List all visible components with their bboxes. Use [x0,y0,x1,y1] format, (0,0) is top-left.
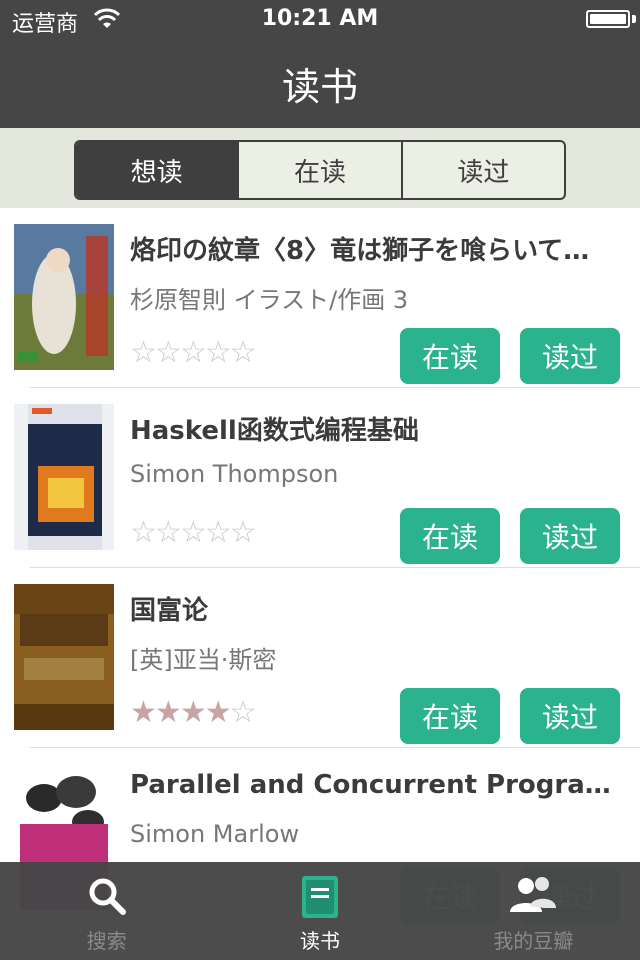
mark-reading-button[interactable]: 在读 [400,328,500,384]
status-time: 10:21 AM [261,6,379,31]
book-author: [英]亚当·斯密 [130,646,277,674]
mark-read-button[interactable]: 读过 [520,508,620,564]
tab-bar: 搜索 读书 我的豆瓣 [0,862,640,960]
tab-my-douban[interactable]: 我的豆瓣 [427,862,640,960]
star-icon: ★ [204,695,232,730]
book-list: 烙印の紋章〈8〉竜は獅子を喰らいて… 杉原智則 イラスト/作画 3 ☆☆☆☆☆ … [0,208,640,928]
page-title: 读书 [281,65,358,109]
star-icon: ☆ [130,515,157,550]
book-cover [14,224,114,370]
book-author: 杉原智則 イラスト/作画 3 [130,286,409,314]
tab-books-label: 读书 [299,929,340,953]
rating-stars: ☆☆☆☆☆ [130,335,257,370]
mark-reading-button[interactable]: 在读 [400,508,500,564]
segment-read[interactable]: 读过 [400,142,564,198]
tab-books[interactable]: 读书 [213,862,426,960]
book-row[interactable]: Haskell函数式编程基础 Simon Thompson ☆☆☆☆☆ 在读 读… [0,388,640,568]
book-row[interactable]: 国富论 [英]亚当·斯密 ★★★★☆ 在读 读过 [0,568,640,748]
star-icon: ☆ [179,335,207,370]
star-icon: ★ [179,695,207,730]
rating-stars: ☆☆☆☆☆ [130,515,257,550]
book-author: Simon Thompson [130,460,339,488]
star-icon: ☆ [229,335,257,370]
star-icon: ☆ [204,335,232,370]
book-row[interactable]: 烙印の紋章〈8〉竜は獅子を喰らいて… 杉原智則 イラスト/作画 3 ☆☆☆☆☆ … [0,208,640,388]
book-title[interactable]: 国富论 [130,590,630,627]
book-icon [301,876,338,918]
book-cover-art [28,404,102,550]
tab-search-label: 搜索 [86,929,127,953]
book-author: Simon Marlow [130,820,300,848]
segment-bar: 想读 在读 读过 [0,128,640,208]
book-title[interactable]: Haskell函数式编程基础 [130,410,630,447]
tab-search[interactable]: 搜索 [0,862,213,960]
search-icon [89,878,126,915]
battery-icon [586,10,630,28]
book-cover-art [14,224,114,370]
status-bar: 运营商 10:21 AM [0,0,640,40]
people-icon [510,877,557,912]
star-icon: ☆ [154,335,182,370]
book-cover [14,404,114,550]
star-icon: ☆ [130,335,157,370]
battery-tip [632,15,636,23]
book-cover [14,584,114,730]
tab-my-douban-label: 我的豆瓣 [493,929,574,953]
book-title[interactable]: Parallel and Concurrent Programmi… [130,770,630,800]
star-icon: ★ [130,695,157,730]
segmented-control: 想读 在读 读过 [74,140,566,200]
star-icon: ★ [154,695,182,730]
star-half-icon: ☆ [229,695,257,730]
segment-want-to-read[interactable]: 想读 [76,142,238,198]
star-icon: ☆ [179,515,207,550]
star-icon: ☆ [229,515,257,550]
mark-reading-button[interactable]: 在读 [400,688,500,744]
navigation-bar: 运营商 10:21 AM 读书 [0,0,640,128]
star-icon: ☆ [154,515,182,550]
book-title[interactable]: 烙印の紋章〈8〉竜は獅子を喰らいて… [130,230,630,267]
book-cover-art [14,584,114,730]
mark-read-button[interactable]: 读过 [520,328,620,384]
rating-stars: ★★★★☆ [130,695,257,730]
mark-read-button[interactable]: 读过 [520,688,620,744]
segment-reading[interactable]: 在读 [237,142,400,198]
star-icon: ☆ [204,515,232,550]
